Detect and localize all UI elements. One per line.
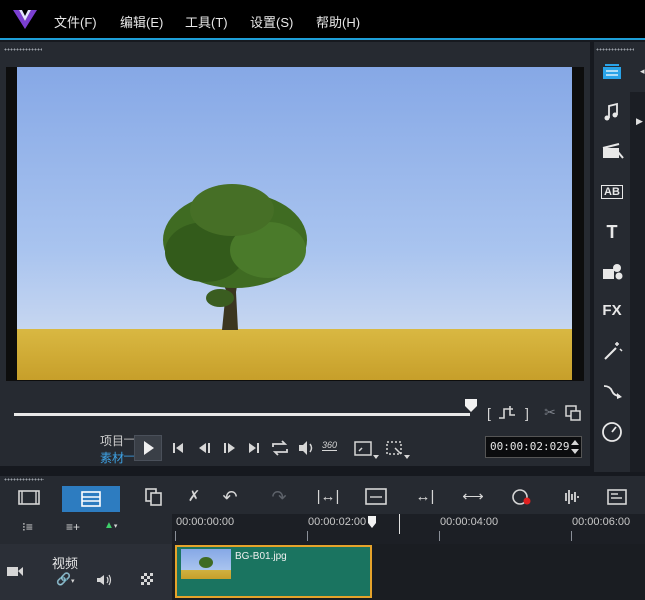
track-name: 视频: [52, 556, 79, 571]
timeline-grip[interactable]: [4, 478, 44, 481]
title-icon[interactable]: AB: [598, 178, 626, 206]
tick-label: 00:00:00:00: [176, 516, 235, 528]
menu-edit[interactable]: 编辑(E): [120, 12, 163, 31]
record-capture-icon[interactable]: [505, 484, 539, 510]
resolution-dropdown-icon[interactable]: [354, 440, 380, 460]
graphics-icon[interactable]: [598, 258, 626, 286]
instant-project-icon[interactable]: [598, 138, 626, 166]
storyboard-view-icon[interactable]: [12, 484, 46, 510]
timeline-view-icon: [81, 491, 101, 507]
text-icon[interactable]: T: [598, 218, 626, 246]
timeline-clip[interactable]: BG-B01.jpg: [175, 545, 372, 598]
library-tab-arrow-icon[interactable]: ◂: [640, 66, 645, 77]
library-panel-edge: [630, 92, 645, 472]
tools-icon[interactable]: ✗: [177, 484, 211, 510]
menu-help[interactable]: 帮助(H): [316, 12, 360, 31]
audio-mixer-icon[interactable]: [553, 484, 587, 510]
mark-out-icon[interactable]: ]: [520, 403, 534, 423]
mode-project-label[interactable]: 项目: [100, 432, 124, 449]
tick-mark: [307, 531, 308, 541]
media-icon[interactable]: [598, 58, 626, 86]
go-to-end-icon[interactable]: [246, 440, 262, 456]
video-track-icon: [7, 567, 23, 576]
menu-tools[interactable]: 工具(T): [185, 12, 228, 31]
track-list-icon[interactable]: ⁝≡: [22, 520, 33, 534]
play-button[interactable]: [134, 435, 162, 461]
split-icon[interactable]: ↔|: [408, 484, 442, 510]
play-icon: [144, 441, 154, 455]
timecode-spinner-icon[interactable]: [570, 438, 580, 456]
track-manager-icon[interactable]: [137, 484, 171, 510]
selection-dropdown-icon[interactable]: [386, 440, 412, 460]
mark-in-icon[interactable]: [: [482, 403, 496, 423]
panel-grip[interactable]: [4, 48, 42, 51]
tick-mark: [439, 531, 440, 541]
clip-thumbnail-tree: [199, 557, 213, 568]
menu-file[interactable]: 文件(F): [54, 12, 97, 31]
playhead-icon[interactable]: [367, 515, 377, 529]
app-logo-icon: [13, 10, 37, 29]
expand-clip-icon[interactable]: ⟷: [456, 484, 490, 510]
video-track-header: [0, 544, 172, 600]
scrub-track[interactable]: [14, 413, 470, 416]
repeat-icon[interactable]: [270, 439, 290, 457]
sidebar-grip[interactable]: [596, 48, 634, 51]
previous-frame-icon[interactable]: [196, 440, 214, 456]
tick-mark: [175, 531, 176, 541]
clip-thumbnail: [181, 549, 231, 579]
track-up-icon[interactable]: ▲▾: [104, 520, 117, 531]
mode-clip-label[interactable]: 素材: [100, 449, 124, 466]
trim-icon[interactable]: [496, 404, 518, 422]
fit-project-icon[interactable]: |↔|: [311, 484, 345, 510]
fit-window-icon[interactable]: [359, 484, 393, 510]
tick-label: 00:00:06:00: [572, 516, 631, 528]
tick-label: 00:00:02:00: [308, 516, 367, 528]
scrubber-handle-icon[interactable]: [464, 398, 478, 414]
timecode-value: 00:00:02:029: [490, 440, 570, 453]
timecode-field[interactable]: 00:00:02:029: [485, 436, 582, 458]
tick-mark: [571, 531, 572, 541]
360-view-button[interactable]: 360: [322, 440, 338, 451]
preview-image-tree: [163, 184, 307, 330]
redo-icon[interactable]: ↷: [262, 484, 296, 510]
timeline-view-button[interactable]: [62, 486, 120, 512]
copy-frame-icon[interactable]: [564, 404, 582, 422]
add-track-icon[interactable]: ≡+: [66, 520, 80, 534]
title-icon-label: AB: [601, 185, 623, 199]
preview-image-field: [17, 329, 572, 380]
tick-label: 00:00:04:00: [440, 516, 499, 528]
cut-icon[interactable]: ✂: [540, 402, 560, 422]
audio-icon[interactable]: [598, 98, 626, 126]
next-frame-icon[interactable]: [220, 440, 238, 456]
path-icon[interactable]: [598, 377, 626, 405]
go-to-start-icon[interactable]: [170, 440, 186, 456]
link-icon[interactable]: 🔗▾: [56, 572, 74, 586]
volume-icon[interactable]: [297, 439, 317, 457]
magic-icon[interactable]: [598, 337, 626, 365]
fx-icon[interactable]: FX: [598, 297, 626, 325]
expand-library-icon[interactable]: ▶: [636, 116, 643, 127]
subtitle-editor-icon[interactable]: [600, 484, 634, 510]
track-mute-icon[interactable]: [96, 573, 114, 587]
clip-name: BG-B01.jpg: [235, 551, 287, 562]
undo-icon[interactable]: ↶: [213, 484, 247, 510]
menu-settings[interactable]: 设置(S): [250, 12, 293, 31]
ruler-marker: [399, 514, 400, 534]
transparency-icon[interactable]: [141, 573, 153, 585]
speed-icon[interactable]: [598, 417, 626, 445]
